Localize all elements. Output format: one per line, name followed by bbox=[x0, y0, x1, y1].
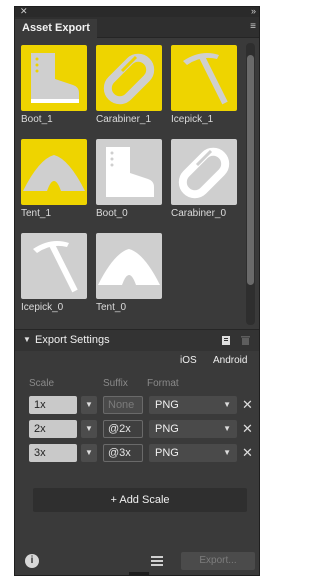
carabiner-icon bbox=[103, 53, 155, 105]
asset-tile[interactable]: Tent_0 bbox=[96, 233, 162, 313]
icepick-icon bbox=[33, 241, 78, 293]
asset-label: Boot_1 bbox=[21, 114, 53, 125]
asset-tile[interactable]: Boot_1 bbox=[21, 45, 87, 125]
resize-grip[interactable] bbox=[129, 572, 149, 575]
asset-tile[interactable]: Icepick_1 bbox=[171, 45, 237, 125]
asset-tile[interactable]: Boot_0 bbox=[96, 139, 162, 219]
scale-input[interactable]: 2x bbox=[29, 420, 77, 438]
asset-thumbnail[interactable] bbox=[96, 45, 162, 111]
chevron-down-icon: ▼ bbox=[223, 448, 231, 457]
tab-bar: Asset Export ≡ bbox=[15, 17, 259, 38]
suffix-input[interactable]: @3x bbox=[103, 444, 143, 462]
list-icon[interactable] bbox=[150, 554, 164, 568]
panel-footer: i Export... bbox=[15, 550, 259, 574]
format-select[interactable]: PNG ▼ bbox=[149, 420, 237, 438]
carabiner-icon bbox=[178, 147, 230, 199]
asset-tile[interactable]: Carabiner_1 bbox=[96, 45, 162, 125]
trash-icon[interactable] bbox=[240, 335, 251, 346]
asset-thumbnail[interactable] bbox=[171, 139, 237, 205]
asset-label: Icepick_1 bbox=[171, 114, 214, 125]
format-column-header: Format bbox=[147, 378, 179, 389]
boot-icon bbox=[31, 53, 79, 103]
ios-preset-link[interactable]: iOS bbox=[180, 355, 197, 366]
scale-dropdown-icon[interactable]: ▼ bbox=[81, 420, 97, 438]
suffix-input[interactable]: None bbox=[103, 396, 143, 414]
export-preset-icon[interactable] bbox=[221, 335, 231, 346]
asset-tile[interactable]: Icepick_0 bbox=[21, 233, 87, 313]
asset-grid-scrollbar[interactable] bbox=[246, 43, 255, 325]
export-scale-row: 3x ▼ @3x PNG ▼ ✕ bbox=[29, 444, 253, 464]
export-button[interactable]: Export... bbox=[181, 552, 255, 570]
add-scale-button[interactable]: + Add Scale bbox=[33, 488, 247, 512]
tent-icon bbox=[98, 249, 160, 285]
asset-label: Tent_0 bbox=[96, 302, 127, 313]
panel-menu-icon[interactable]: ≡ bbox=[250, 21, 256, 32]
scale-column-header: Scale bbox=[29, 378, 55, 389]
chevron-down-icon: ▼ bbox=[223, 400, 231, 409]
scrollbar-thumb[interactable] bbox=[247, 55, 254, 285]
suffix-column-header: Suffix bbox=[103, 378, 128, 389]
scale-dropdown-icon[interactable]: ▼ bbox=[81, 396, 97, 414]
asset-label: Boot_0 bbox=[96, 208, 128, 219]
collapse-icon[interactable]: » bbox=[251, 7, 256, 16]
close-icon[interactable]: ✕ bbox=[20, 7, 28, 16]
format-select[interactable]: PNG ▼ bbox=[149, 444, 237, 462]
export-settings-header[interactable]: ▼ Export Settings bbox=[15, 329, 259, 351]
format-select[interactable]: PNG ▼ bbox=[149, 396, 237, 414]
panel-titlebar: ✕ » bbox=[15, 7, 259, 17]
suffix-input[interactable]: @2x bbox=[103, 420, 143, 438]
format-value: PNG bbox=[155, 399, 179, 411]
asset-label: Icepick_0 bbox=[21, 302, 64, 313]
asset-thumbnail[interactable] bbox=[96, 139, 162, 205]
asset-thumbnail[interactable] bbox=[171, 45, 237, 111]
android-preset-link[interactable]: Android bbox=[213, 355, 247, 366]
boot-icon bbox=[106, 147, 154, 197]
asset-export-panel: ✕ » Asset Export ≡ Boot_1 Carabiner_1 Ic… bbox=[14, 6, 260, 576]
info-icon[interactable]: i bbox=[25, 554, 39, 568]
tab-asset-export[interactable]: Asset Export bbox=[15, 19, 97, 38]
asset-grid: Boot_1 Carabiner_1 Icepick_1 Tent_1 Boot… bbox=[21, 45, 247, 325]
scale-input[interactable]: 1x bbox=[29, 396, 77, 414]
tent-icon bbox=[23, 155, 85, 191]
format-value: PNG bbox=[155, 447, 179, 459]
asset-thumbnail[interactable] bbox=[21, 139, 87, 205]
asset-thumbnail[interactable] bbox=[21, 233, 87, 299]
export-scale-row: 1x ▼ None PNG ▼ ✕ bbox=[29, 396, 253, 416]
disclosure-triangle-icon[interactable]: ▼ bbox=[23, 335, 31, 344]
asset-label: Tent_1 bbox=[21, 208, 52, 219]
icepick-icon bbox=[183, 53, 228, 105]
asset-thumbnail[interactable] bbox=[21, 45, 87, 111]
remove-scale-icon[interactable]: ✕ bbox=[242, 397, 253, 413]
asset-tile[interactable]: Carabiner_0 bbox=[171, 139, 237, 219]
scale-input[interactable]: 3x bbox=[29, 444, 77, 462]
format-value: PNG bbox=[155, 423, 179, 435]
export-settings-title: Export Settings bbox=[35, 334, 110, 346]
asset-thumbnail[interactable] bbox=[96, 233, 162, 299]
export-scale-row: 2x ▼ @2x PNG ▼ ✕ bbox=[29, 420, 253, 440]
scale-dropdown-icon[interactable]: ▼ bbox=[81, 444, 97, 462]
asset-tile[interactable]: Tent_1 bbox=[21, 139, 87, 219]
remove-scale-icon[interactable]: ✕ bbox=[242, 421, 253, 437]
asset-label: Carabiner_0 bbox=[171, 208, 227, 219]
chevron-down-icon: ▼ bbox=[223, 424, 231, 433]
asset-label: Carabiner_1 bbox=[96, 114, 152, 125]
remove-scale-icon[interactable]: ✕ bbox=[242, 445, 253, 461]
